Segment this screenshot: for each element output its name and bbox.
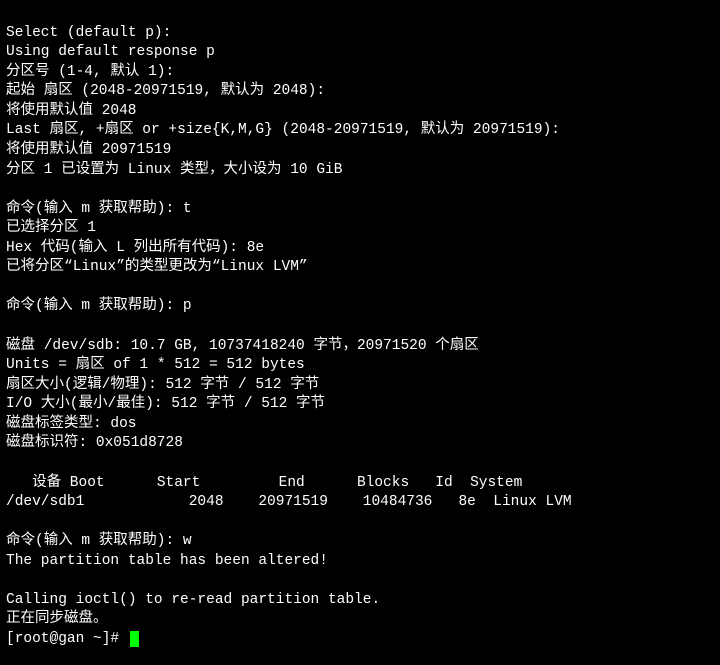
terminal-line [6, 513, 714, 533]
terminal-line: The partition table has been altered! [6, 552, 714, 572]
terminal-line: 扇区大小(逻辑/物理): 512 字节 / 512 字节 [6, 376, 714, 396]
terminal-line: 起始 扇区 (2048-20971519, 默认为 2048): [6, 82, 714, 102]
terminal-line: Select (default p): [6, 24, 714, 44]
terminal-line: 已将分区“Linux”的类型更改为“Linux LVM” [6, 258, 714, 278]
terminal-line [6, 454, 714, 474]
terminal-line: 将使用默认值 2048 [6, 102, 714, 122]
shell-prompt: [root@gan ~]# [6, 631, 128, 647]
terminal-line: Using default response p [6, 43, 714, 63]
terminal-line: Calling ioctl() to re-read partition tab… [6, 591, 714, 611]
terminal-line: 命令(输入 m 获取帮助): p [6, 297, 714, 317]
terminal-line [6, 317, 714, 337]
terminal-line: 将使用默认值 20971519 [6, 141, 714, 161]
terminal-line: 分区 1 已设置为 Linux 类型，大小设为 10 GiB [6, 161, 714, 181]
terminal-line: Last 扇区, +扇区 or +size{K,M,G} (2048-20971… [6, 121, 714, 141]
terminal-line [6, 571, 714, 591]
terminal-line: Hex 代码(输入 L 列出所有代码): 8e [6, 239, 714, 259]
terminal-line [6, 180, 714, 200]
terminal-line: 磁盘标签类型: dos [6, 415, 714, 435]
cursor [130, 631, 139, 647]
terminal-line: 命令(输入 m 获取帮助): w [6, 532, 714, 552]
terminal-line: 命令(输入 m 获取帮助): t [6, 200, 714, 220]
terminal-line: Units = 扇区 of 1 * 512 = 512 bytes [6, 356, 714, 376]
prompt-line[interactable]: [root@gan ~]# [6, 630, 714, 650]
terminal-line [6, 278, 714, 298]
terminal-line: /dev/sdb1 2048 20971519 10484736 8e Linu… [6, 493, 714, 513]
terminal-line: 分区号 (1-4, 默认 1): [6, 63, 714, 83]
terminal-line: I/O 大小(最小/最佳): 512 字节 / 512 字节 [6, 395, 714, 415]
terminal-line: 磁盘标识符: 0x051d8728 [6, 434, 714, 454]
terminal-line: 已选择分区 1 [6, 219, 714, 239]
terminal-line: 正在同步磁盘。 [6, 610, 714, 630]
terminal-line: 磁盘 /dev/sdb: 10.7 GB, 10737418240 字节，209… [6, 337, 714, 357]
terminal-line: 设备 Boot Start End Blocks Id System [6, 474, 714, 494]
terminal-output[interactable]: Select (default p):Using default respons… [0, 0, 720, 665]
